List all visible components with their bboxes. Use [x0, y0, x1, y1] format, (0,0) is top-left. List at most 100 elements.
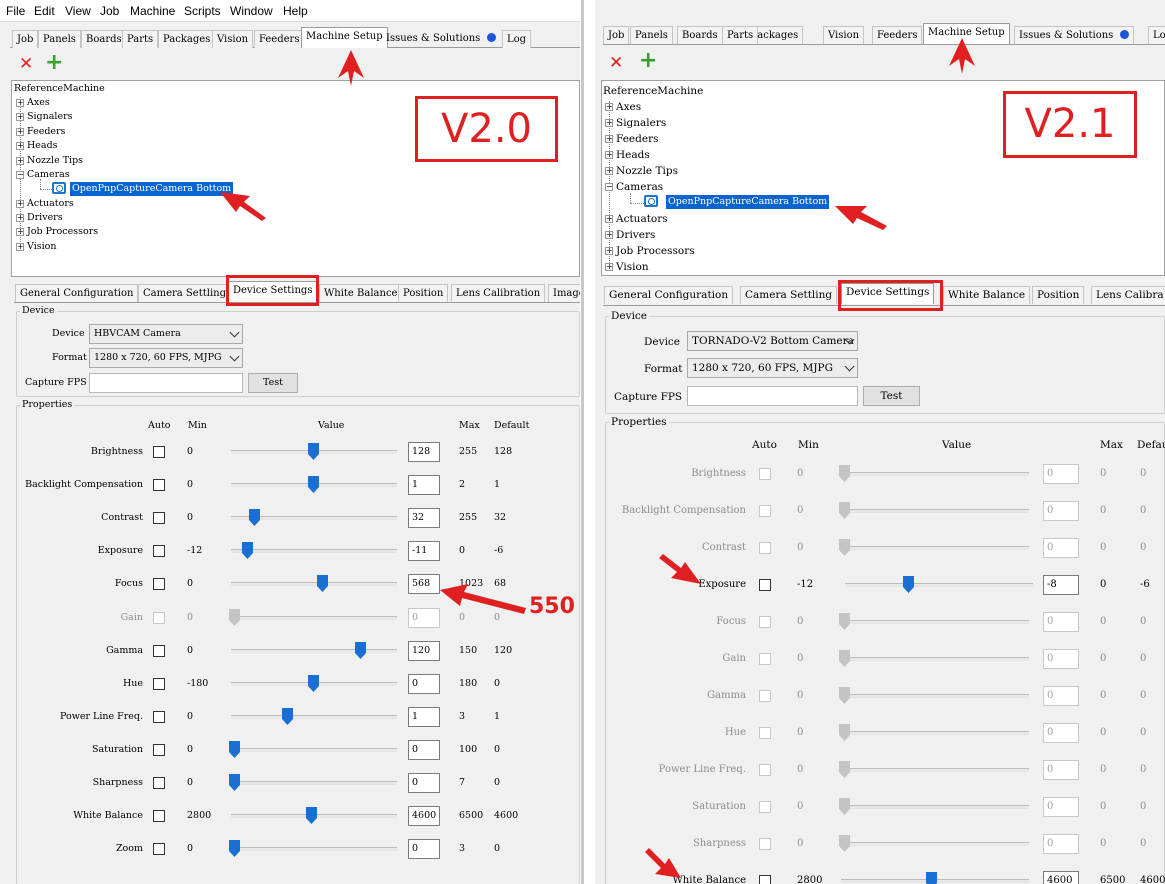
value-slider[interactable] [231, 714, 397, 719]
default-value: 32 [494, 512, 507, 524]
slider-thumb-icon[interactable] [308, 674, 319, 692]
min-value: 0 [797, 616, 804, 627]
auto-checkbox[interactable] [153, 710, 165, 723]
auto-checkbox[interactable] [153, 777, 165, 789]
value-slider[interactable] [231, 747, 397, 752]
min-value: 0 [797, 838, 804, 849]
slider-thumb-icon[interactable] [317, 575, 328, 593]
value-input[interactable]: 0 [408, 839, 440, 860]
max-value: 6500 [459, 810, 484, 822]
value-slider[interactable] [231, 847, 397, 852]
auto-checkbox[interactable] [153, 810, 165, 823]
auto-checkbox [759, 801, 771, 813]
property-row: Hue 0 0 0 0 [595, 723, 1165, 743]
value-slider[interactable] [231, 582, 397, 587]
value-slider [841, 472, 1029, 476]
auto-checkbox[interactable] [759, 579, 771, 591]
slider-thumb-icon [839, 687, 850, 704]
value-input[interactable]: 1 [408, 706, 440, 727]
auto-checkbox[interactable] [153, 479, 165, 492]
value-input: 0 [1043, 464, 1079, 484]
property-label: Saturation [91, 743, 143, 755]
slider-thumb-icon[interactable] [903, 576, 914, 593]
auto-checkbox[interactable] [153, 677, 165, 690]
auto-checkbox[interactable] [759, 875, 771, 884]
value-input[interactable]: 128 [408, 442, 440, 462]
property-row: Brightness 0 128 255 128 [0, 442, 580, 462]
auto-checkbox[interactable] [153, 512, 165, 525]
max-value: 3 [459, 843, 466, 855]
value-slider[interactable] [231, 648, 397, 653]
auto-checkbox[interactable] [153, 578, 165, 591]
value-input[interactable]: 0 [408, 739, 440, 760]
value-slider[interactable] [845, 583, 1033, 587]
slider-thumb-icon [839, 761, 850, 778]
value-input[interactable]: -8 [1043, 575, 1079, 595]
property-row: Exposure -12 -11 0 -6 [0, 541, 580, 562]
auto-checkbox[interactable] [153, 843, 165, 856]
value-slider [841, 657, 1029, 661]
slider-thumb-icon[interactable] [926, 872, 937, 884]
value-input[interactable]: 1 [408, 475, 440, 496]
slider-thumb-icon[interactable] [282, 707, 293, 725]
auto-checkbox[interactable] [153, 644, 165, 657]
auto-checkbox [759, 542, 771, 554]
property-row: Gamma 0 120 150 120 [0, 640, 580, 661]
value-slider[interactable] [231, 549, 397, 554]
property-label: Power Line Freq. [59, 710, 143, 722]
value-input: 0 [1043, 834, 1079, 854]
openpnp-v2-1-window: Job Panels Boards Packages Vision Feeder… [595, 0, 1165, 884]
slider-thumb-icon [839, 835, 850, 852]
value-slider[interactable] [231, 781, 397, 785]
slider-thumb-icon[interactable] [308, 476, 319, 494]
value-input: 0 [408, 607, 440, 628]
slider-thumb-icon[interactable] [306, 807, 317, 825]
value-input[interactable]: 4600 [1043, 871, 1079, 884]
auto-checkbox [759, 838, 771, 850]
max-value: 150 [459, 644, 478, 656]
value-slider [841, 805, 1029, 809]
min-value: 0 [797, 653, 804, 664]
value-input: 0 [1043, 538, 1079, 558]
max-value: 0 [1100, 838, 1107, 849]
property-label: Exposure [97, 545, 143, 557]
default-value: 0 [1140, 653, 1147, 664]
property-label: Exposure [698, 579, 746, 590]
value-input[interactable]: 32 [408, 508, 440, 529]
auto-checkbox[interactable] [153, 743, 165, 756]
min-value: 0 [187, 479, 194, 491]
slider-thumb-icon[interactable] [229, 740, 240, 758]
default-value: 0 [1140, 727, 1147, 738]
value-input: 0 [1043, 686, 1079, 706]
value-slider [841, 546, 1029, 550]
value-input: 0 [1043, 723, 1079, 743]
default-value: 120 [494, 644, 513, 656]
annotation-arrow-icon [440, 584, 526, 614]
auto-checkbox[interactable] [153, 446, 165, 458]
slider-thumb-icon[interactable] [229, 774, 240, 791]
annotation-arrow-icon [835, 206, 887, 230]
auto-checkbox[interactable] [153, 545, 165, 558]
slider-thumb-icon[interactable] [229, 840, 240, 858]
slider-thumb-icon[interactable] [308, 443, 319, 460]
value-input[interactable]: 568 [408, 574, 440, 595]
value-input[interactable]: 4600 [408, 806, 440, 827]
property-row: Gain 0 0 0 0 [595, 649, 1165, 669]
min-value: 0 [187, 843, 194, 855]
default-value: 0 [494, 843, 501, 855]
value-input[interactable]: -11 [408, 541, 440, 562]
slider-thumb-icon[interactable] [249, 509, 260, 527]
value-input[interactable]: 0 [408, 773, 440, 793]
auto-checkbox [759, 468, 771, 480]
min-value: 0 [187, 512, 194, 524]
default-value: 0 [494, 743, 501, 755]
slider-thumb-icon[interactable] [242, 542, 253, 560]
value-input[interactable]: 0 [408, 673, 440, 694]
property-row: Hue -180 0 180 0 [0, 673, 580, 694]
slider-thumb-icon[interactable] [355, 641, 366, 659]
min-value: 0 [187, 611, 194, 623]
max-value: 0 [1100, 690, 1107, 701]
value-input[interactable]: 120 [408, 640, 440, 661]
default-value: 0 [1140, 764, 1147, 775]
slider-thumb-icon [839, 724, 850, 741]
